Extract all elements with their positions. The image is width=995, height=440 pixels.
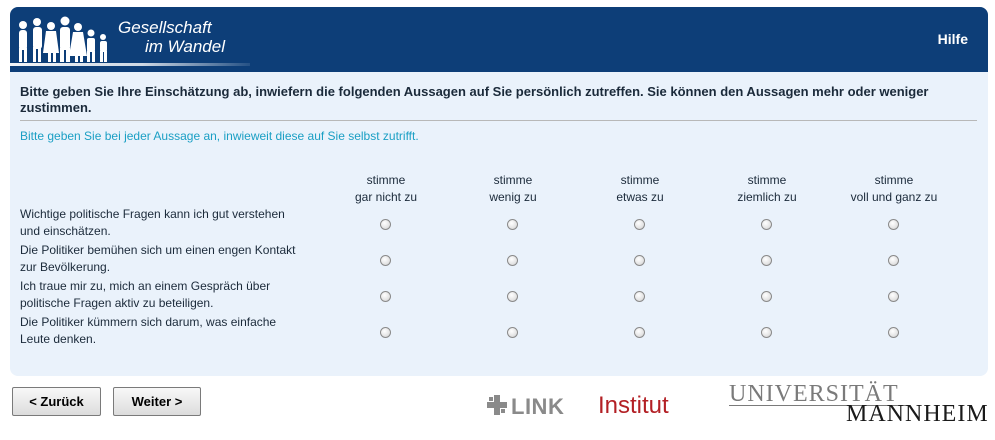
column-header-line2: etwas zu xyxy=(616,190,664,204)
statement-label-4: Die Politiker kümmern sich darum, was ei… xyxy=(20,314,330,348)
radio-r2-ziemlich-zu[interactable] xyxy=(761,255,772,266)
column-header-line1: stimme xyxy=(874,173,914,187)
column-header-gar-nicht-zu: stimme gar nicht zu xyxy=(331,172,441,206)
column-header-line1: stimme xyxy=(747,173,787,187)
link-logo-word: LINK xyxy=(511,394,565,419)
radio-r1-ziemlich-zu[interactable] xyxy=(761,219,772,230)
statement-line2: Leute denken. xyxy=(20,332,97,346)
column-header-wenig-zu: stimme wenig zu xyxy=(458,172,568,206)
statement-line1: Die Politiker bemühen sich um einen enge… xyxy=(20,243,296,257)
instruction-text: Bitte geben Sie bei jeder Aussage an, in… xyxy=(20,129,419,143)
radio-r2-wenig-zu[interactable] xyxy=(507,255,518,266)
column-header-line1: stimme xyxy=(493,173,533,187)
link-logo-institut: Institut xyxy=(598,392,669,419)
radio-r1-wenig-zu[interactable] xyxy=(507,219,518,230)
survey-panel: Gesellschaft im Wandel Hilfe Bitte geben… xyxy=(10,7,988,376)
back-button[interactable]: < Zurück xyxy=(12,387,101,416)
radio-r3-voll-und-ganz-zu[interactable] xyxy=(888,291,899,302)
column-header-line1: stimme xyxy=(366,173,406,187)
statement-line2: politische Fragen aktiv zu beteiligen. xyxy=(20,296,214,310)
column-header-line2: wenig zu xyxy=(489,190,537,204)
statement-line2: und einschätzen. xyxy=(20,224,111,238)
next-button[interactable]: Weiter > xyxy=(113,387,201,416)
university-mannheim-logo: UNIVERSITÄT MANNHEIM xyxy=(729,381,989,431)
divider xyxy=(20,120,977,121)
radio-r4-ziemlich-zu[interactable] xyxy=(761,327,772,338)
radio-r3-wenig-zu[interactable] xyxy=(507,291,518,302)
column-header-line2: gar nicht zu xyxy=(354,190,418,204)
radio-r1-gar-nicht-zu[interactable] xyxy=(380,219,391,230)
statement-label-1: Wichtige politische Fragen kann ich gut … xyxy=(20,206,330,240)
radio-r4-voll-und-ganz-zu[interactable] xyxy=(888,327,899,338)
radio-r3-gar-nicht-zu[interactable] xyxy=(380,291,391,302)
logo-title-line1: Gesellschaft xyxy=(118,18,212,37)
statement-line1: Wichtige politische Fragen kann ich gut … xyxy=(20,207,285,221)
statement-line1: Die Politiker kümmern sich darum, was ei… xyxy=(20,315,277,329)
radio-r4-wenig-zu[interactable] xyxy=(507,327,518,338)
statement-line2: zur Bevölkerung. xyxy=(20,260,111,274)
intro-text: Bitte geben Sie Ihre Einschätzung ab, in… xyxy=(20,84,929,115)
logo-title: Gesellschaft im Wandel xyxy=(118,18,225,56)
university-logo-line2: MANNHEIM xyxy=(846,401,989,427)
link-cross-icon xyxy=(487,395,507,415)
column-header-voll-und-ganz-zu: stimme voll und ganz zu xyxy=(839,172,949,206)
radio-r3-etwas-zu[interactable] xyxy=(634,291,645,302)
header-bar: Gesellschaft im Wandel Hilfe xyxy=(10,7,988,72)
statement-line1: Ich traue mir zu, mich an einem Gespräch… xyxy=(20,279,271,293)
column-header-ziemlich-zu: stimme ziemlich zu xyxy=(712,172,822,206)
column-header-line2: voll und ganz zu xyxy=(850,190,938,204)
radio-r2-etwas-zu[interactable] xyxy=(634,255,645,266)
column-header-line1: stimme xyxy=(620,173,660,187)
radio-r4-gar-nicht-zu[interactable] xyxy=(380,327,391,338)
radio-r1-voll-und-ganz-zu[interactable] xyxy=(888,219,899,230)
statement-label-3: Ich traue mir zu, mich an einem Gespräch… xyxy=(20,278,330,312)
column-header-etwas-zu: stimme etwas zu xyxy=(585,172,695,206)
radio-r3-ziemlich-zu[interactable] xyxy=(761,291,772,302)
radio-r4-etwas-zu[interactable] xyxy=(634,327,645,338)
radio-r2-gar-nicht-zu[interactable] xyxy=(380,255,391,266)
help-link[interactable]: Hilfe xyxy=(938,31,968,47)
radio-r1-etwas-zu[interactable] xyxy=(634,219,645,230)
statement-label-2: Die Politiker bemühen sich um einen enge… xyxy=(20,242,330,276)
column-header-line2: ziemlich zu xyxy=(737,190,797,204)
logo-title-line2: im Wandel xyxy=(145,37,225,56)
radio-r2-voll-und-ganz-zu[interactable] xyxy=(888,255,899,266)
